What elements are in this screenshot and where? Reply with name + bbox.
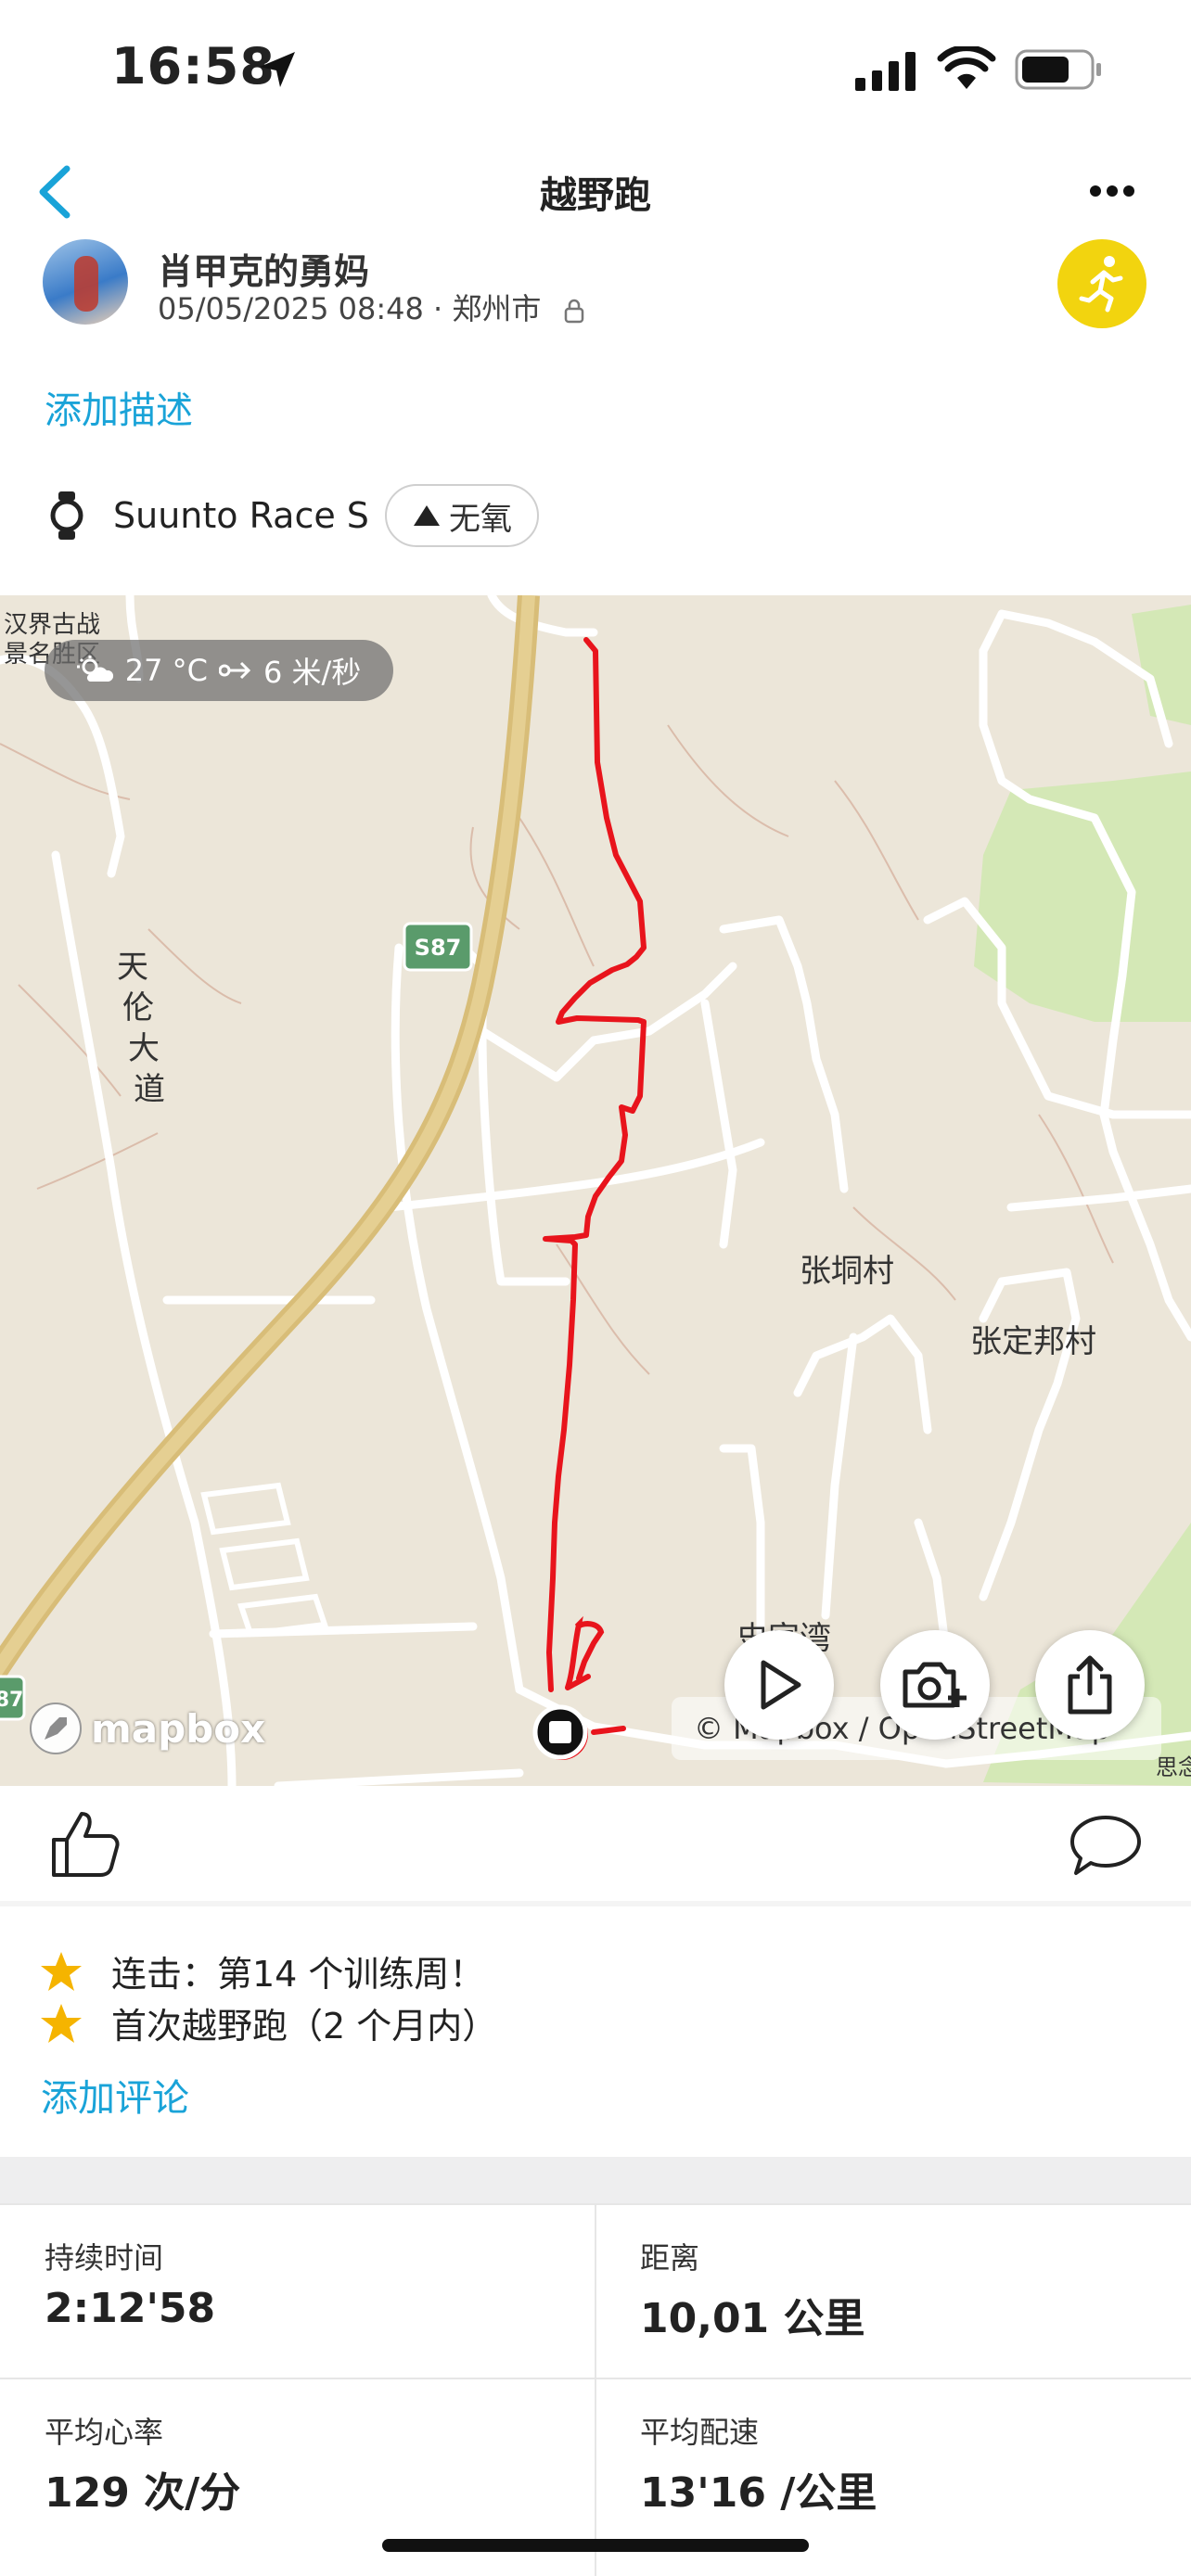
camera-plus-icon — [903, 1662, 967, 1708]
stat-label: 持续时间 — [45, 2240, 164, 2276]
stat-value: 13'16 /公里 — [640, 2469, 877, 2517]
location-arrow-icon — [260, 52, 295, 87]
mapbox-logo-text: mapbox — [91, 1705, 266, 1752]
activity-meta: 05/05/2025 08:48 · 郑州市 — [158, 286, 584, 328]
partly-sunny-icon — [76, 656, 113, 682]
achievement-item: 首次越野跑（2 个月内） — [39, 1997, 497, 2048]
training-effect-tag[interactable]: 无氧 — [385, 484, 539, 547]
achievement-item: 连击：第14 个训练周！ — [39, 1945, 484, 1996]
stat-avg-heart-rate: 平均心率 129 次/分 — [45, 2409, 240, 2519]
share-button[interactable] — [1035, 1630, 1145, 1740]
play-icon — [761, 1660, 801, 1710]
stat-distance: 距离 10,01 公里 — [640, 2235, 865, 2344]
add-description-link[interactable]: 添加描述 — [45, 380, 193, 434]
park-area — [974, 772, 1191, 1022]
svg-text:天: 天 — [117, 949, 148, 986]
temperature-value: 27 °C — [124, 653, 208, 688]
highway-shield-label: S87 — [415, 935, 462, 961]
highway-shield-s87: S87 — [403, 922, 473, 972]
play-replay-button[interactable] — [724, 1630, 834, 1740]
achievement-text: 首次越野跑（2 个月内） — [111, 2006, 498, 2047]
add-photo-button[interactable] — [880, 1630, 990, 1740]
stat-value: 2:12'58 — [45, 2285, 216, 2332]
highway-shield-s87-edge: 87 — [0, 1675, 26, 1721]
add-comment-link[interactable]: 添加评论 — [41, 2068, 189, 2122]
svg-text:大: 大 — [128, 1030, 160, 1067]
more-options-icon[interactable] — [1089, 184, 1135, 198]
page-title: 越野跑 — [540, 174, 651, 217]
mapbox-logo-icon — [30, 1702, 82, 1754]
svg-text:伦: 伦 — [122, 989, 154, 1027]
map-label-poi-line1: 汉界古战 — [4, 611, 100, 639]
activity-date-location: 05/05/2025 08:48 · 郑州市 — [158, 291, 542, 326]
wind-speed-value: 6 米/秒 — [263, 655, 362, 690]
lock-icon — [564, 299, 583, 324]
weather-chip: 27 °C 6 米/秒 — [45, 640, 393, 701]
watch-icon — [50, 491, 83, 540]
running-activity-icon — [1057, 239, 1146, 328]
mapbox-logo[interactable]: mapbox — [28, 1701, 265, 1756]
stat-label: 平均配速 — [640, 2415, 760, 2450]
section-divider — [0, 2157, 1191, 2203]
wifi-icon — [937, 46, 996, 89]
route-end-marker — [532, 1704, 588, 1760]
divider — [0, 2378, 1191, 2379]
training-effect-label: 无氧 — [449, 500, 512, 538]
battery-icon — [1015, 49, 1101, 90]
achievement-text: 连击：第14 个训练周！ — [111, 1954, 485, 1995]
share-icon — [1068, 1655, 1112, 1715]
stat-label: 平均心率 — [45, 2415, 164, 2450]
device-name: Suunto Race S — [113, 495, 369, 536]
svg-text:道: 道 — [134, 1071, 165, 1108]
stat-value: 10,01 公里 — [640, 2295, 865, 2342]
home-indicator[interactable] — [382, 2539, 809, 2552]
star-icon — [41, 2003, 82, 2043]
map-canvas[interactable]: S87 87 汉界古战 景名胜区 张垌村 张定邦村 史家湾 思念 天 伦 大 — [0, 595, 1191, 1786]
route-spur — [591, 1726, 626, 1735]
wind-arrow-icon — [218, 661, 251, 680]
stat-avg-pace: 平均配速 13'16 /公里 — [640, 2409, 877, 2519]
divider — [595, 2203, 596, 2576]
comment-bubble-icon[interactable] — [1069, 1814, 1143, 1879]
route-map[interactable]: S87 87 汉界古战 景名胜区 张垌村 张定邦村 史家湾 思念 天 伦 大 — [0, 595, 1191, 1786]
map-label-edge: 思念 — [1156, 1754, 1191, 1780]
triangle-up-icon — [414, 505, 440, 526]
highway-shield-edge-label: 87 — [0, 1689, 23, 1712]
map-label-village-zhangtong: 张垌村 — [800, 1253, 894, 1290]
stat-value: 129 次/分 — [45, 2469, 241, 2517]
star-icon — [41, 1951, 82, 1991]
stat-duration: 持续时间 2:12'58 — [45, 2235, 215, 2332]
like-thumb-icon[interactable] — [50, 1808, 121, 1879]
cellular-signal-icon — [855, 52, 916, 91]
section-divider — [0, 1901, 1191, 1906]
map-label-village-zhangdingbang: 张定邦村 — [970, 1323, 1096, 1360]
stat-label: 距离 — [640, 2240, 700, 2276]
status-time: 16:58 — [111, 37, 275, 96]
avatar[interactable] — [43, 239, 128, 325]
